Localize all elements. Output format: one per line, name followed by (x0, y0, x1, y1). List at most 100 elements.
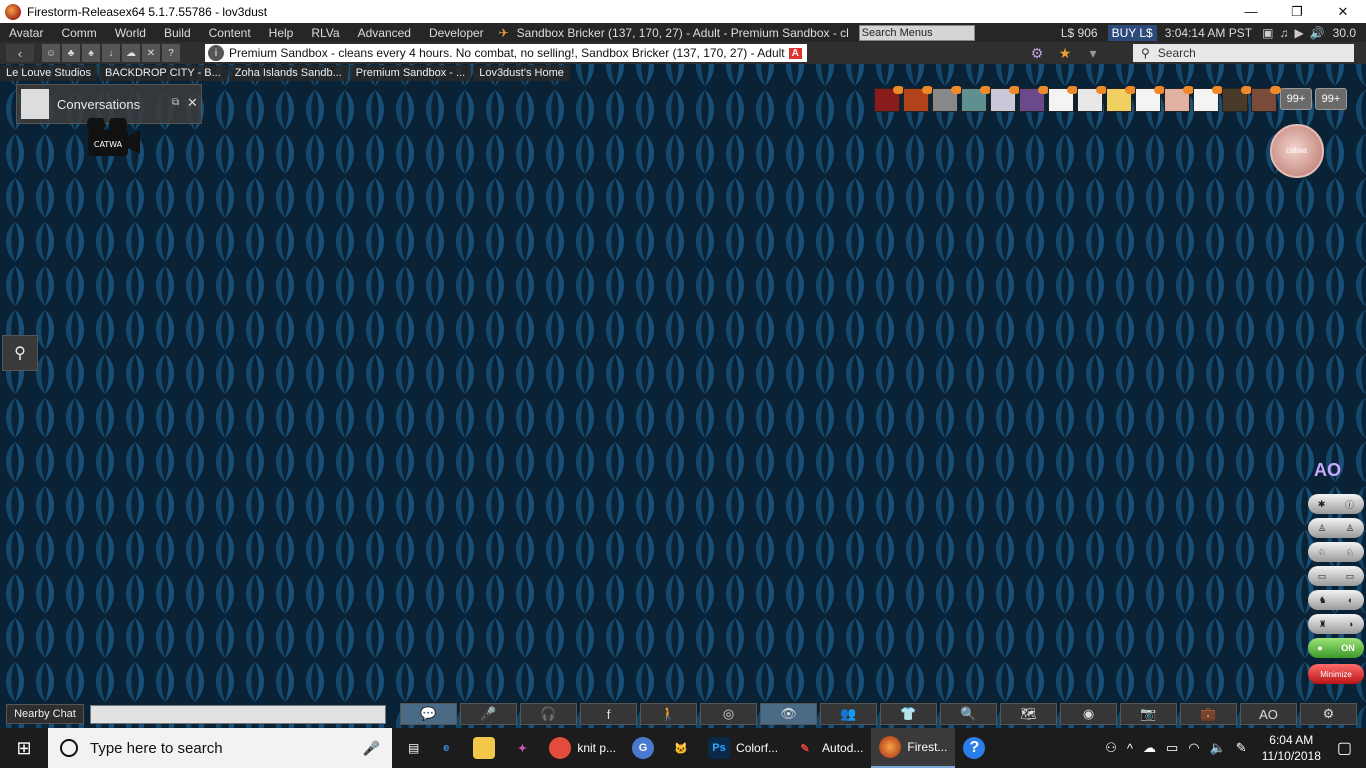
facebook-button[interactable]: f (580, 703, 637, 725)
battery-icon[interactable]: ▭ (1166, 740, 1178, 756)
favorite-landmark[interactable]: Premium Sandbox - ... (349, 65, 472, 81)
notification-chiclet[interactable] (1077, 86, 1107, 112)
friends-icon[interactable]: ♣ (62, 44, 80, 62)
chrome-app[interactable]: knit p... (541, 728, 624, 768)
menu-help[interactable]: Help (260, 26, 303, 40)
action-center-icon[interactable]: ▢ (1337, 738, 1352, 758)
edge-app[interactable]: e (427, 728, 465, 768)
nearby-chat-input[interactable] (90, 705, 386, 724)
app-cat[interactable]: 🐱 (662, 728, 700, 768)
minimize-button[interactable]: — (1228, 0, 1274, 23)
lock-icon[interactable]: ◑ (1348, 619, 1353, 629)
load-icon[interactable]: ▭ (1318, 571, 1327, 582)
notification-chiclet[interactable] (874, 86, 904, 112)
taskbar-clock[interactable]: 6:04 AM 11/10/2018 (1262, 732, 1321, 764)
menu-build[interactable]: Build (155, 26, 200, 40)
wifi-icon[interactable]: ◠ (1188, 740, 1199, 756)
close-icon[interactable]: ✕ (187, 95, 198, 111)
help-icon[interactable]: ? (162, 44, 180, 62)
notification-chiclet[interactable] (961, 86, 991, 112)
notification-count[interactable]: 99+ (1315, 88, 1347, 110)
taskbar-search-box[interactable]: Type here to search 🎤 (48, 728, 392, 768)
buy-currency-button[interactable]: BUY L$ (1107, 24, 1157, 41)
pathfinding-icon[interactable]: ⚙ (1028, 44, 1046, 62)
menu-icon[interactable]: ▭ (1346, 571, 1355, 582)
photoshop-app[interactable]: Ps Colorf... (700, 728, 786, 768)
notification-count[interactable]: 99+ (1280, 88, 1312, 110)
firestorm-app[interactable]: Firest... (871, 728, 956, 768)
view-button[interactable]: 👁 (760, 703, 817, 725)
nearby-chat-label[interactable]: Nearby Chat (6, 704, 84, 724)
favorite-landmark[interactable]: Zoha Islands Sandb... (228, 65, 348, 81)
volume-icon[interactable]: 🔈 (1210, 740, 1226, 756)
favorite-landmark[interactable]: Le Louve Studios (0, 65, 98, 81)
notification-chiclet[interactable] (932, 86, 962, 112)
stand-icon[interactable]: ♙ (1318, 523, 1326, 534)
people-button[interactable]: 👥 (820, 703, 877, 725)
walk-override-icon[interactable]: ♜ (1319, 619, 1327, 630)
notification-chiclet[interactable] (1135, 86, 1165, 112)
close-button[interactable]: ✕ (1320, 0, 1366, 23)
ao-row[interactable]: ✱ ⓘ (1308, 494, 1364, 514)
walk-icon[interactable]: ♙ (1346, 523, 1354, 534)
menu-content[interactable]: Content (200, 26, 260, 40)
restore-button[interactable]: ❐ (1274, 0, 1320, 23)
voice-button[interactable]: 🎧 (520, 703, 577, 725)
sit-override-icon[interactable]: ♞ (1319, 595, 1327, 606)
microphone-icon[interactable]: 🎤 (363, 740, 380, 757)
play-icon[interactable]: ▶ (1294, 26, 1303, 40)
menu-world[interactable]: World (106, 26, 155, 40)
ao-power-toggle[interactable]: ● ON (1308, 638, 1364, 658)
menu-comm[interactable]: Comm (52, 26, 105, 40)
camera-mascot-icon[interactable]: CATWA (82, 118, 142, 160)
notification-chiclet[interactable] (1019, 86, 1049, 112)
inventory-button[interactable]: 💼 (1180, 703, 1237, 725)
notification-chiclet[interactable] (1251, 86, 1281, 112)
appearance-button[interactable]: 👕 (880, 703, 937, 725)
notification-chiclet[interactable] (1106, 86, 1136, 112)
speak-button[interactable]: 🎤 (460, 703, 517, 725)
pen-icon[interactable]: ✎ (1236, 740, 1247, 756)
app-pink[interactable]: ✦ (503, 728, 541, 768)
back-button[interactable]: ‹ (6, 44, 34, 62)
info-icon[interactable]: ⓘ (1345, 498, 1354, 511)
notification-chiclet[interactable] (990, 86, 1020, 112)
favorite-landmark[interactable]: Lov3dust's Home (473, 65, 570, 81)
notification-chiclet[interactable] (1048, 86, 1078, 112)
volume-icon[interactable]: 🔊 (1310, 26, 1325, 40)
task-view-button[interactable]: ▤ (400, 728, 427, 768)
linden-balance[interactable]: L$ 906 (1061, 26, 1098, 40)
notification-chiclet[interactable] (1222, 86, 1252, 112)
radar-button[interactable]: ◉ (1060, 703, 1117, 725)
parcel-properties-icon[interactable]: ✈ (499, 26, 515, 40)
head-hud[interactable]: catwa (1270, 124, 1324, 178)
sit-icon[interactable]: ✱ (1318, 499, 1326, 510)
fly-icon[interactable]: ♘ (1346, 547, 1354, 558)
restore-icon[interactable]: ⧉ (172, 97, 179, 108)
settings-button[interactable]: ⚙ (1300, 703, 1357, 725)
search-field[interactable]: ⚲ Search (1133, 44, 1354, 62)
move-button[interactable]: 🚶 (640, 703, 697, 725)
snapshot-button[interactable]: ◎ (700, 703, 757, 725)
ao-button[interactable]: AO (1240, 703, 1297, 725)
map-button[interactable]: 🗺 (1000, 703, 1057, 725)
ground-sit-icon[interactable]: ♘ (1318, 547, 1326, 558)
ao-row[interactable]: ♞ ◐ (1308, 590, 1364, 610)
autodesk-app[interactable]: ✎ Autod... (786, 728, 871, 768)
close-icon[interactable]: ✕ (142, 44, 160, 62)
menu-avatar[interactable]: Avatar (0, 26, 52, 40)
favorite-star-icon[interactable]: ★ (1056, 44, 1074, 62)
favorite-landmark[interactable]: BACKDROP CITY - B... (99, 65, 227, 81)
menu-advanced[interactable]: Advanced (349, 26, 420, 40)
menu-rlva[interactable]: RLVa (302, 26, 348, 40)
dropdown-icon[interactable]: ▾ (1084, 44, 1102, 62)
help-app[interactable]: ? (955, 728, 993, 768)
location-field[interactable]: i Premium Sandbox - cleans every 4 hours… (205, 44, 807, 62)
photo-button[interactable]: 📷 (1120, 703, 1177, 725)
ao-row[interactable]: ▭ ▭ (1308, 566, 1364, 586)
notification-chiclet[interactable] (1193, 86, 1223, 112)
current-location[interactable]: Sandbox Bricker (137, 170, 27) - Adult -… (517, 26, 853, 40)
menu-developer[interactable]: Developer (420, 26, 493, 40)
cloud-icon[interactable]: ☁ (1143, 740, 1156, 756)
group-icon[interactable]: ♠ (82, 44, 100, 62)
